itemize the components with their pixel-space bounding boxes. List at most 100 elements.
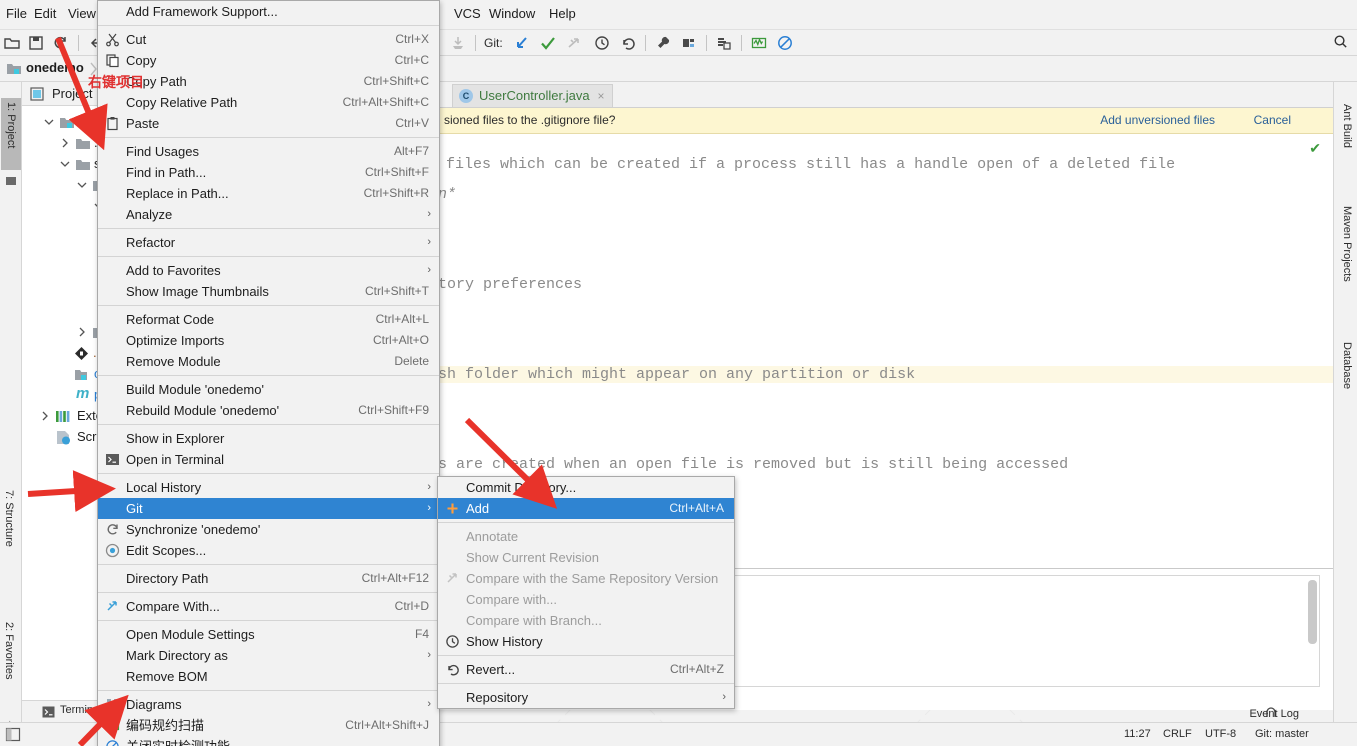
menu-item-synchronize[interactable]: Synchronize 'onedemo' (98, 519, 439, 540)
twisty-right-icon[interactable] (60, 138, 70, 148)
sync-icon[interactable] (51, 34, 69, 52)
menu-item-show-history[interactable]: Show History (438, 631, 734, 652)
menu-item-analyze[interactable]: Analyze › (98, 204, 439, 225)
menu-item-build-module[interactable]: Build Module 'onedemo' (98, 379, 439, 400)
chevron-right-icon: › (427, 694, 431, 715)
git-compare-icon[interactable] (565, 34, 583, 52)
open-folder-icon[interactable] (3, 34, 21, 52)
status-git-branch[interactable]: Git: master (1255, 728, 1309, 740)
menu-item-local-history[interactable]: Local History › (98, 477, 439, 498)
twisty-down-icon[interactable] (77, 180, 87, 190)
menu-item-open-module-settings[interactable]: Open Module Settings F4 (98, 624, 439, 645)
menu-item-copy-path[interactable]: Copy Path Ctrl+Shift+C (98, 71, 439, 92)
settings-wrench-icon[interactable] (654, 34, 672, 52)
menu-item-revert[interactable]: Revert... Ctrl+Alt+Z (438, 659, 734, 680)
right-tool-window-strip: Ant Build Maven Projects Database (1333, 82, 1357, 746)
deploy-icon[interactable] (449, 34, 467, 52)
editor-tab-usercontroller[interactable]: C UserController.java × (452, 84, 613, 107)
editor-vertical-scrollbar[interactable] (1308, 580, 1317, 644)
menu-separator (98, 305, 439, 306)
tool-window-project[interactable]: 1: Project (1, 98, 21, 170)
menu-item-find-usages[interactable]: Find Usages Alt+F7 (98, 141, 439, 162)
tool-window-favorites[interactable]: 2: Favorites (3, 622, 15, 716)
menu-item-edit-scopes[interactable]: Edit Scopes... (98, 540, 439, 561)
cancel-link[interactable]: Cancel (1254, 113, 1291, 127)
menu-item-compare-with: Compare with... (438, 589, 734, 610)
project-icon (30, 87, 44, 101)
menu-item-compare-with[interactable]: Compare With... Ctrl+D (98, 596, 439, 617)
twisty-right-icon[interactable] (77, 327, 87, 337)
menu-item-diagrams[interactable]: Diagrams › (98, 694, 439, 715)
menu-item-repository[interactable]: Repository › (438, 687, 734, 708)
menu-item-find-in-path[interactable]: Find in Path... Ctrl+Shift+F (98, 162, 439, 183)
menu-edit[interactable]: Edit (32, 6, 58, 21)
menu-item-git-add[interactable]: Add Ctrl+Alt+A (438, 498, 734, 519)
git-revert-icon[interactable] (619, 34, 637, 52)
git-commit-icon[interactable] (539, 34, 557, 52)
toggle-toolwindows-icon[interactable] (5, 727, 21, 742)
menu-vcs[interactable]: VCS (452, 6, 483, 21)
menu-view[interactable]: View (66, 6, 98, 21)
bottom-tab-terminal[interactable]: Terminal (60, 704, 102, 716)
menu-item-add-to-favorites[interactable]: Add to Favorites › (98, 260, 439, 281)
search-icon[interactable] (1332, 33, 1349, 50)
menu-item-disable-realtime-inspection[interactable]: 关闭实时检测功能 (98, 736, 439, 746)
disable-inspection-icon[interactable] (776, 34, 794, 52)
menu-separator (98, 592, 439, 593)
toolbar-separator (475, 35, 476, 51)
twisty-down-icon[interactable] (60, 159, 70, 169)
add-unversioned-files-link[interactable]: Add unversioned files (1100, 113, 1215, 127)
project-structure-icon[interactable] (680, 34, 698, 52)
menu-item-rebuild-module[interactable]: Rebuild Module 'onedemo' Ctrl+Shift+F9 (98, 400, 439, 421)
shortcut: Ctrl+C (395, 50, 429, 71)
menu-file[interactable]: File (4, 6, 29, 21)
menu-separator (98, 564, 439, 565)
menu-help[interactable]: Help (547, 6, 578, 21)
menu-item-remove-bom[interactable]: Remove BOM (98, 666, 439, 687)
breadcrumb[interactable]: onedemo (26, 60, 84, 75)
code-scan-icon[interactable] (750, 34, 768, 52)
menu-item-commit-directory[interactable]: Commit Directory... (438, 477, 734, 498)
menu-item-show-in-explorer[interactable]: Show in Explorer (98, 428, 439, 449)
module-icon (59, 115, 75, 130)
git-update-icon[interactable] (513, 34, 531, 52)
shortcut: Ctrl+Alt+Shift+C (343, 92, 429, 113)
menu-item-copy[interactable]: Copy Ctrl+C (98, 50, 439, 71)
toolbar-separator (741, 35, 742, 51)
twisty-down-icon[interactable] (44, 117, 54, 127)
menu-item-open-in-terminal[interactable]: Open in Terminal (98, 449, 439, 470)
menu-item-compare-with-branch: Compare with Branch... (438, 610, 734, 631)
menu-item-mark-directory-as[interactable]: Mark Directory as › (98, 645, 439, 666)
tool-window-structure[interactable]: 7: Structure (3, 490, 15, 586)
menu-item-code-scan[interactable]: 编码规约扫描 Ctrl+Alt+Shift+J (98, 715, 439, 736)
event-log-label[interactable]: Event Log (1249, 708, 1299, 720)
status-line-separator[interactable]: CRLF (1163, 728, 1192, 740)
compare-icon (445, 571, 460, 586)
tool-window-database[interactable]: Database (1341, 342, 1353, 422)
shortcut: Ctrl+Alt+A (669, 498, 724, 519)
menu-item-copy-relative-path[interactable]: Copy Relative Path Ctrl+Alt+Shift+C (98, 92, 439, 113)
menu-item-cut[interactable]: Cut Ctrl+X (98, 29, 439, 50)
git-history-icon[interactable] (593, 34, 611, 52)
menu-item-paste[interactable]: Paste Ctrl+V (98, 113, 439, 134)
tool-window-maven-projects[interactable]: Maven Projects (1341, 206, 1353, 316)
chevron-right-icon: › (427, 498, 431, 519)
menu-item-replace-in-path[interactable]: Replace in Path... Ctrl+Shift+R (98, 183, 439, 204)
menu-item-refactor[interactable]: Refactor › (98, 232, 439, 253)
menu-item-remove-module[interactable]: Remove Module Delete (98, 351, 439, 372)
status-encoding[interactable]: UTF-8 (1205, 728, 1236, 740)
tool-window-ant-build[interactable]: Ant Build (1341, 104, 1353, 176)
save-db-icon[interactable] (715, 34, 733, 52)
menu-item-optimize-imports[interactable]: Optimize Imports Ctrl+Alt+O (98, 330, 439, 351)
twisty-right-icon[interactable] (40, 411, 50, 421)
save-all-icon[interactable] (27, 34, 45, 52)
menu-item-show-image-thumbnails[interactable]: Show Image Thumbnails Ctrl+Shift+T (98, 281, 439, 302)
menu-item-annotate: Annotate (438, 526, 734, 547)
close-icon[interactable]: × (598, 89, 605, 103)
menu-item-directory-path[interactable]: Directory Path Ctrl+Alt+F12 (98, 568, 439, 589)
menu-window[interactable]: Window (487, 6, 537, 21)
menu-item-reformat-code[interactable]: Reformat Code Ctrl+Alt+L (98, 309, 439, 330)
shortcut: Delete (394, 351, 429, 372)
menu-item-git[interactable]: Git › (98, 498, 439, 519)
menu-item-add-framework-support[interactable]: Add Framework Support... (98, 1, 439, 22)
